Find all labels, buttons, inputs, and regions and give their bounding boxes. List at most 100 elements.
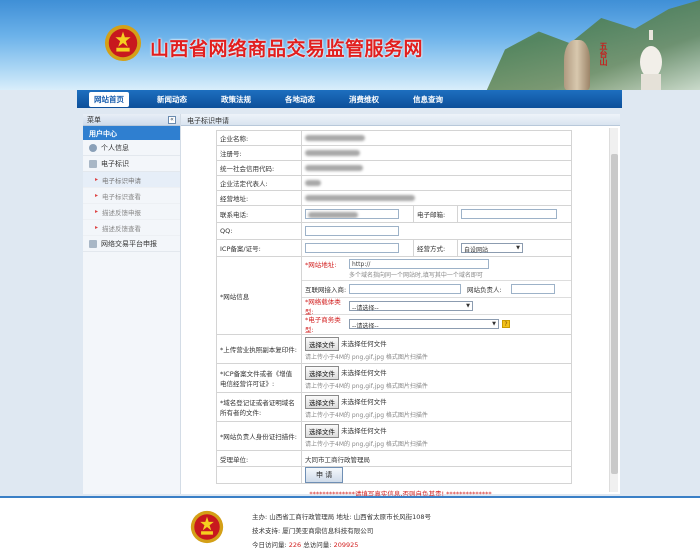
upload-icp-label: *ICP备案文件或者《增值电信经营许可证》: — [216, 363, 302, 393]
site-owner-label: 网站负责人: — [467, 286, 502, 294]
nav-consumer-rights[interactable]: 消费维权 — [349, 94, 379, 105]
sidebar-subitem-feedback-report[interactable]: ▸ 描述反馈申报 — [83, 204, 180, 220]
stone-monument — [564, 40, 590, 90]
sidebar-item-label: 网络交易平台申报 — [101, 239, 157, 248]
scrollbar-thumb[interactable] — [611, 154, 618, 474]
sidebar-subitem-label: 电子标识申请 — [102, 176, 142, 185]
scrollbar[interactable] — [609, 128, 618, 492]
upload-domain-label: *域名登记证或者证明域名所有者的文件: — [216, 392, 302, 422]
legal-rep-value — [305, 180, 321, 186]
arrow-icon: ▸ — [95, 224, 99, 231]
national-emblem-icon — [104, 24, 142, 62]
sidebar-item-personal-info[interactable]: 个人信息 — [83, 140, 180, 156]
file-button[interactable]: 选择文件 — [305, 337, 339, 351]
file-status: 未选择任何文件 — [341, 427, 387, 435]
national-emblem-icon — [190, 510, 224, 544]
reg-no-value — [305, 150, 360, 156]
sidebar-subitem-label: 电子标识查看 — [102, 192, 142, 201]
nav-home[interactable]: 网站首页 — [89, 91, 129, 107]
address-value — [305, 195, 415, 201]
site-header: 五台山 山西省网络商品交易监管服务网 — [0, 0, 700, 90]
email-label: 电子邮箱: — [413, 205, 458, 223]
nav-info-query[interactable]: 信息查询 — [413, 94, 443, 105]
sidebar-title: 菜单 — [87, 115, 101, 124]
content-area: 电子标识申请 企业名称: 注册号: 统一社会信用代码: 企业法定代表人: 经营地… — [181, 114, 620, 498]
arrow-icon: ▸ — [95, 208, 99, 215]
phone-label: 联系电话: — [216, 205, 302, 223]
biz-mode-label: 经营方式: — [413, 239, 458, 257]
file-status: 未选择任何文件 — [341, 340, 387, 348]
upload-id-label: *网站负责人身份证扫描件: — [216, 421, 302, 451]
sidebar-item-trade-platform[interactable]: 网络交易平台申报 — [83, 236, 180, 252]
site-url-label: *网站地址: — [305, 261, 337, 269]
file-status: 未选择任何文件 — [341, 369, 387, 377]
phone-input[interactable] — [305, 209, 399, 219]
application-form: 企业名称: 注册号: 统一社会信用代码: 企业法定代表人: 经营地址: 联系电话… — [216, 130, 572, 484]
sidebar-subitem-view[interactable]: ▸ 电子标识查看 — [83, 188, 180, 204]
sidebar-subitem-label: 描述反馈申报 — [102, 208, 142, 217]
grid-icon — [89, 239, 97, 248]
agency-label: 受理单位: — [216, 450, 302, 467]
icp-label: ICP备案/证号: — [216, 239, 302, 257]
sidebar-user-center[interactable]: 用户中心 — [83, 126, 180, 140]
arrow-icon: ▸ — [95, 192, 99, 199]
help-icon[interactable]: ? — [502, 319, 510, 328]
sidebar-subitem-label: 描述反馈查看 — [102, 224, 142, 233]
file-status: 未选择任何文件 — [341, 398, 387, 406]
nav-news[interactable]: 新闻动态 — [157, 94, 187, 105]
pagoda-icon — [640, 30, 662, 90]
company-name-value — [305, 135, 365, 141]
qq-label: QQ: — [216, 222, 302, 240]
total-visits-label: 总访问量: — [303, 541, 332, 549]
legal-rep-label: 企业法定代表人: — [216, 175, 302, 191]
company-name-label: 企业名称: — [216, 130, 302, 146]
biz-mode-select[interactable]: 自设网站 — [461, 243, 523, 254]
isp-input[interactable] — [349, 284, 461, 294]
user-icon — [89, 143, 97, 152]
total-visits-count: 209925 — [333, 541, 359, 549]
sidebar-item-label: 电子标识 — [101, 159, 129, 168]
sidebar-subitem-feedback-view[interactable]: ▸ 描述反馈查看 — [83, 220, 180, 236]
sidebar-item-e-label[interactable]: 电子标识 — [83, 156, 180, 172]
ecommerce-type-select[interactable]: --请选择-- — [349, 318, 499, 330]
footer-tech-support: 技术支持: 厦门美亚商鼎信息科技有限公司 — [252, 527, 374, 535]
site-footer: 主办: 山西省工商行政管理局 地址: 山西省太原市长风街108号 技术支持: 厦… — [0, 496, 700, 560]
qq-input[interactable] — [305, 226, 399, 236]
agency-value: 大同市工商行政管理局 — [301, 450, 572, 467]
collapse-icon[interactable]: « — [168, 115, 176, 124]
file-hint: 请上传小于4M的 png,gif,jpg 格式图片扫描件 — [305, 383, 428, 390]
ecommerce-type-label: *电子商务类型: — [305, 315, 341, 334]
tag-icon — [89, 159, 97, 168]
credit-code-value — [305, 165, 363, 171]
main-panel: 菜单 « 用户中心 个人信息 电子标识 ▸ 电子标识申请 ▸ 电子标识查看 ▸ … — [83, 114, 620, 498]
site-info-label: *网站信息 — [216, 256, 302, 335]
icp-input[interactable] — [305, 243, 399, 253]
file-hint: 请上传小于4M的 png,gif,jpg 格式图片扫描件 — [305, 441, 428, 448]
today-visits-label: 今日访问量: — [252, 541, 287, 549]
address-label: 经营地址: — [216, 190, 302, 206]
site-owner-input[interactable] — [511, 284, 555, 294]
arrow-icon: ▸ — [95, 176, 99, 183]
file-button[interactable]: 选择文件 — [305, 366, 339, 380]
nav-policy[interactable]: 政策法规 — [221, 94, 251, 105]
email-input[interactable] — [461, 209, 557, 219]
credit-code-label: 统一社会信用代码: — [216, 160, 302, 176]
sidebar-item-label: 个人信息 — [101, 143, 129, 152]
file-button[interactable]: 选择文件 — [305, 424, 339, 438]
today-visits-count: 226 — [288, 541, 302, 549]
file-hint: 请上传小于4M的 png,gif,jpg 格式图片扫描件 — [305, 412, 428, 419]
content-title: 电子标识申请 — [181, 114, 620, 126]
sidebar-subitem-apply[interactable]: ▸ 电子标识申请 — [83, 172, 180, 188]
file-button[interactable]: 选择文件 — [305, 395, 339, 409]
carrier-type-select[interactable]: --请选择-- — [349, 301, 473, 312]
isp-label: 互联网接入商: — [305, 286, 347, 294]
site-title: 山西省网络商品交易监管服务网 — [150, 38, 424, 60]
submit-button[interactable]: 申 请 — [305, 467, 344, 483]
nav-local-news[interactable]: 各地动态 — [285, 94, 315, 105]
site-url-hint: 多个域名指向同一个网站时,填写其中一个域名即可 — [349, 272, 483, 279]
main-nav: 网站首页 新闻动态 政策法规 各地动态 消费维权 信息查询 — [77, 90, 622, 108]
file-hint: 请上传小于4M的 png,gif,jpg 格式图片扫描件 — [305, 354, 428, 361]
site-url-input[interactable]: http:// — [349, 259, 489, 269]
footer-info: 主办: 山西省工商行政管理局 地址: 山西省太原市长风街108号 技术支持: 厦… — [252, 510, 431, 552]
footer-sponsor: 主办: 山西省工商行政管理局 地址: 山西省太原市长风街108号 — [252, 513, 431, 521]
